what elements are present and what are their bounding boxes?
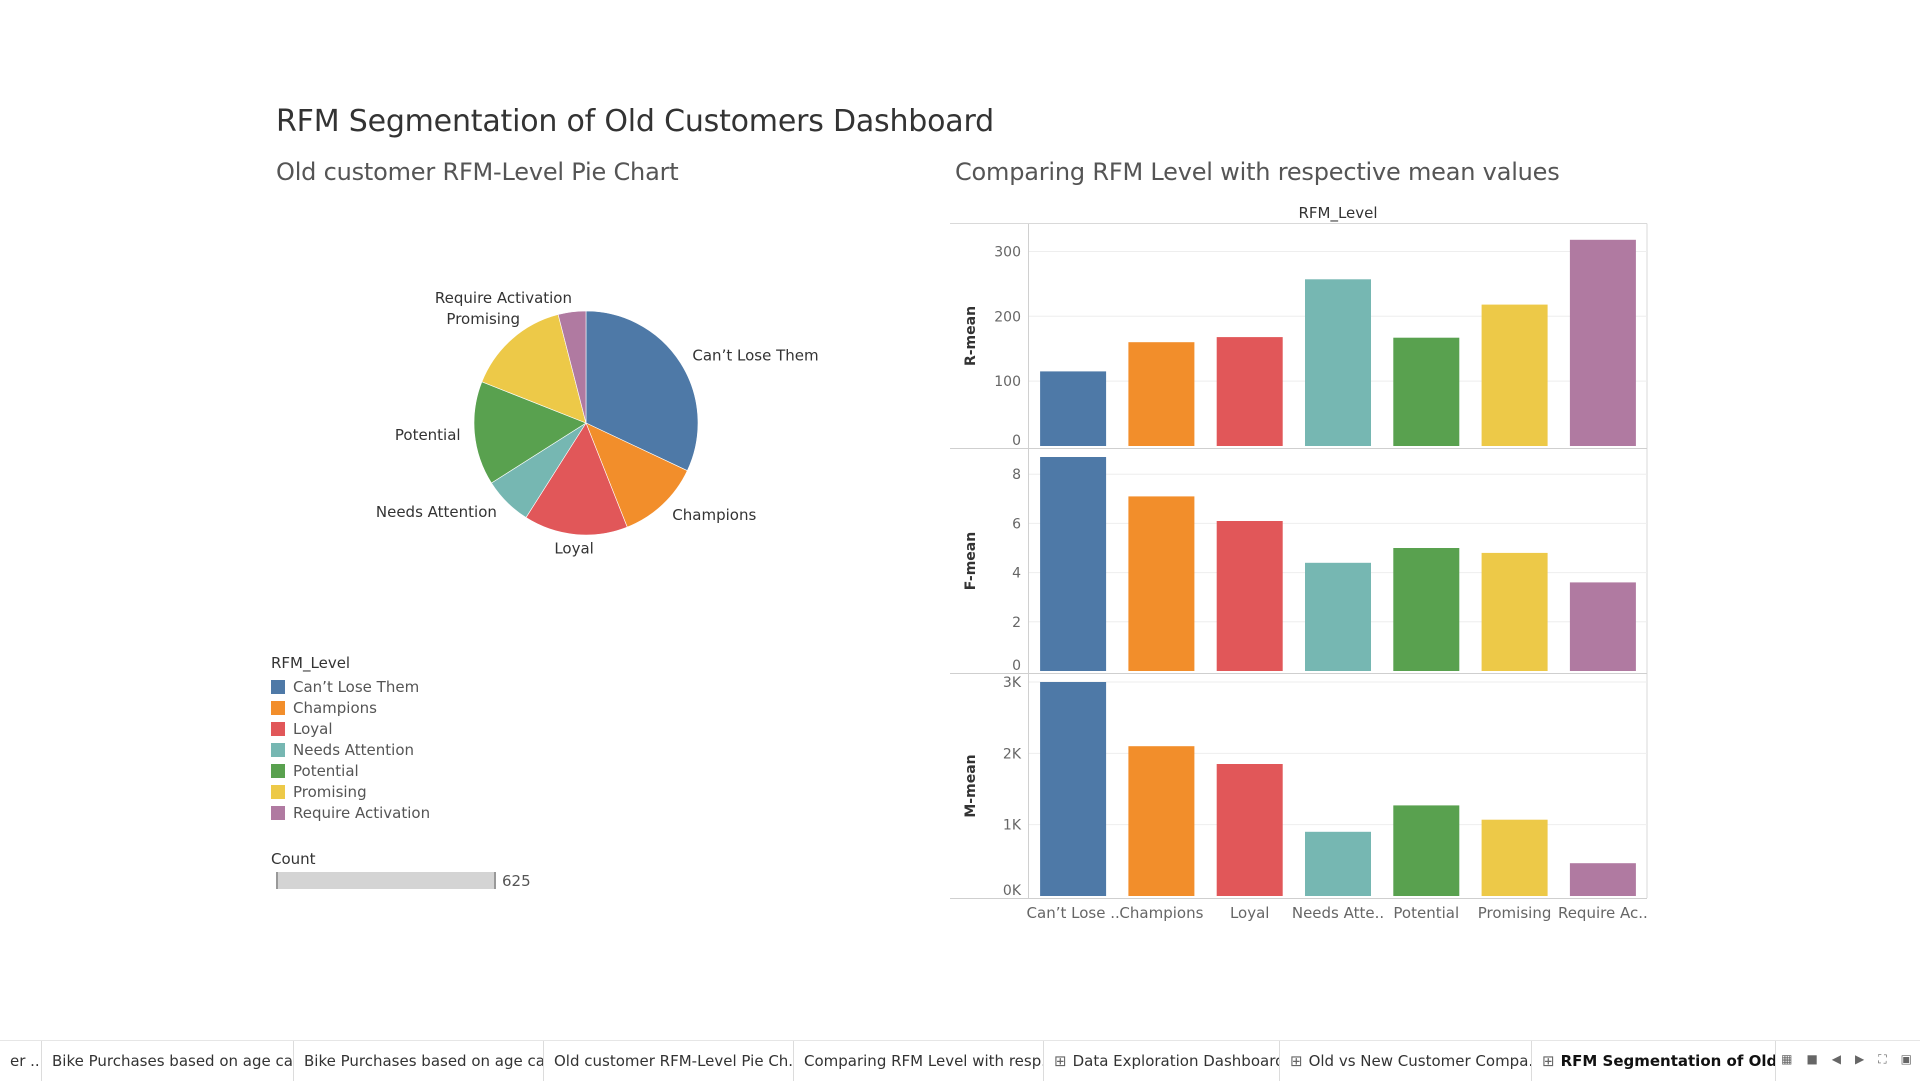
sheet-tab[interactable]: er ...: [0, 1041, 42, 1081]
y-axis-title: F-mean: [963, 532, 979, 590]
legend-label: Loyal: [293, 719, 333, 738]
sheet-tab[interactable]: Bike Purchases based on age ca...: [294, 1041, 544, 1081]
sheet-tab[interactable]: ⊞ Old vs New Customer Compa...: [1280, 1041, 1532, 1081]
bar-m-mean[interactable]: [1040, 682, 1107, 896]
column-header: RFM_Level: [1298, 204, 1377, 223]
y-tick-label: 1K: [1003, 818, 1022, 834]
tab-label: Bike Purchases based on age ca...: [304, 1052, 544, 1070]
dashboard-icon: ⊞: [1290, 1052, 1303, 1070]
y-tick-label: 6: [1012, 516, 1021, 532]
y-axis-title: R-mean: [963, 306, 979, 366]
bar-f-mean[interactable]: [1128, 496, 1195, 671]
bar-m-mean[interactable]: [1128, 746, 1195, 896]
legend-item[interactable]: Champions: [271, 697, 430, 718]
present-icon[interactable]: ▣: [1901, 1052, 1912, 1067]
x-tick-label: Needs Atte..: [1292, 904, 1384, 922]
bar-r-mean[interactable]: [1128, 342, 1195, 446]
legend-label: Can’t Lose Them: [293, 677, 420, 696]
legend-label: Champions: [293, 698, 377, 717]
y-tick-label: 8: [1012, 467, 1021, 483]
bar-r-mean[interactable]: [1569, 239, 1636, 446]
bar-f-mean[interactable]: [1216, 521, 1283, 671]
x-tick-label: Potential: [1393, 904, 1459, 922]
bar-m-mean[interactable]: [1481, 819, 1548, 896]
legend-label: Potential: [293, 761, 359, 780]
x-tick-label: Champions: [1119, 904, 1203, 922]
legend-label: Promising: [293, 782, 367, 801]
bar-m-mean[interactable]: [1305, 831, 1371, 896]
grid-view-icon[interactable]: ▦: [1781, 1052, 1792, 1067]
tab-label: RFM Segmentation of Old C...: [1560, 1052, 1776, 1070]
legend-swatch: [271, 742, 285, 757]
legend-swatch: [271, 805, 285, 820]
bar-r-mean[interactable]: [1481, 304, 1548, 446]
color-legend[interactable]: RFM_Level Can’t Lose Them Champions Loya…: [271, 654, 430, 823]
legend-label: Require Activation: [293, 803, 431, 822]
bar-r-mean[interactable]: [1393, 337, 1460, 446]
next-sheet-icon[interactable]: ▶: [1855, 1052, 1864, 1067]
legend-swatch: [271, 763, 285, 778]
bar-f-mean[interactable]: [1481, 552, 1548, 671]
sheet-tab[interactable]: Comparing RFM Level with resp...: [794, 1041, 1044, 1081]
y-tick-label: 2: [1012, 615, 1021, 631]
x-tick-label: Promising: [1478, 904, 1552, 922]
bar-f-mean[interactable]: [1305, 562, 1371, 671]
bar-m-mean[interactable]: [1216, 764, 1283, 896]
legend-title: RFM_Level: [271, 654, 351, 672]
bar-m-mean[interactable]: [1393, 805, 1460, 896]
bar-f-mean[interactable]: [1393, 548, 1460, 671]
x-tick-label: Require Ac..: [1558, 904, 1648, 922]
sheet-tab[interactable]: ⊞ Data Exploration Dashboard: [1044, 1041, 1280, 1081]
tab-label: Old customer RFM-Level Pie Ch...: [554, 1052, 794, 1070]
legend-swatch: [271, 679, 285, 694]
legend-item[interactable]: Promising: [271, 781, 430, 802]
size-legend-bar: [276, 872, 496, 889]
prev-sheet-icon[interactable]: ◀: [1832, 1052, 1841, 1067]
bar-f-mean[interactable]: [1040, 457, 1107, 671]
sheet-tab[interactable]: Bike Purchases based on age ca...: [42, 1041, 294, 1081]
y-tick-label: 0: [1012, 433, 1021, 449]
y-axis-title: M-mean: [963, 754, 979, 817]
bar-r-mean[interactable]: [1305, 279, 1371, 446]
bar-r-mean[interactable]: [1040, 371, 1107, 446]
legend-item[interactable]: Loyal: [271, 718, 430, 739]
tab-label: Old vs New Customer Compa...: [1308, 1052, 1532, 1070]
bar-f-mean[interactable]: [1569, 582, 1636, 671]
sheet-tab-active[interactable]: ⊞ RFM Segmentation of Old C...: [1532, 1041, 1776, 1081]
y-tick-label: 4: [1012, 566, 1021, 582]
legend-label: Needs Attention: [293, 740, 415, 759]
fullscreen-icon[interactable]: ⛶: [1878, 1052, 1886, 1067]
x-tick-label: Can’t Lose ..: [1027, 904, 1120, 922]
y-tick-label: 300: [994, 244, 1021, 260]
y-tick-label: 0: [1012, 658, 1021, 674]
legend-swatch: [271, 700, 285, 715]
tab-label: er ...: [10, 1052, 42, 1070]
legend-swatch: [271, 784, 285, 799]
legend-item[interactable]: Require Activation: [271, 802, 430, 823]
tab-label: Bike Purchases based on age ca...: [52, 1052, 294, 1070]
sheet-tab[interactable]: Old customer RFM-Level Pie Ch...: [544, 1041, 794, 1081]
dashboard-icon: ⊞: [1542, 1052, 1555, 1070]
dashboard-icon: ⊞: [1054, 1052, 1067, 1070]
sheet-navigation: ▦ ■ ◀ ▶ ⛶ ▣: [1781, 1052, 1912, 1067]
y-tick-label: 200: [994, 309, 1021, 325]
legend-item[interactable]: Needs Attention: [271, 739, 430, 760]
filmstrip-icon[interactable]: ■: [1806, 1052, 1817, 1067]
y-tick-label: 3K: [1003, 675, 1022, 691]
size-legend-value: 625: [502, 872, 531, 890]
size-legend-title: Count: [271, 850, 316, 868]
tab-label: Comparing RFM Level with resp...: [804, 1052, 1044, 1070]
legend-item[interactable]: Can’t Lose Them: [271, 676, 430, 697]
tab-label: Data Exploration Dashboard: [1072, 1052, 1280, 1070]
y-tick-label: 0K: [1003, 883, 1022, 899]
bar-r-mean[interactable]: [1216, 337, 1283, 446]
bar-m-mean[interactable]: [1569, 863, 1636, 896]
legend-swatch: [271, 721, 285, 736]
sheet-tab-bar: er ... Bike Purchases based on age ca...…: [0, 1040, 1920, 1081]
legend-item[interactable]: Potential: [271, 760, 430, 781]
y-tick-label: 100: [994, 374, 1021, 390]
y-tick-label: 2K: [1003, 746, 1022, 762]
x-tick-label: Loyal: [1230, 904, 1270, 922]
